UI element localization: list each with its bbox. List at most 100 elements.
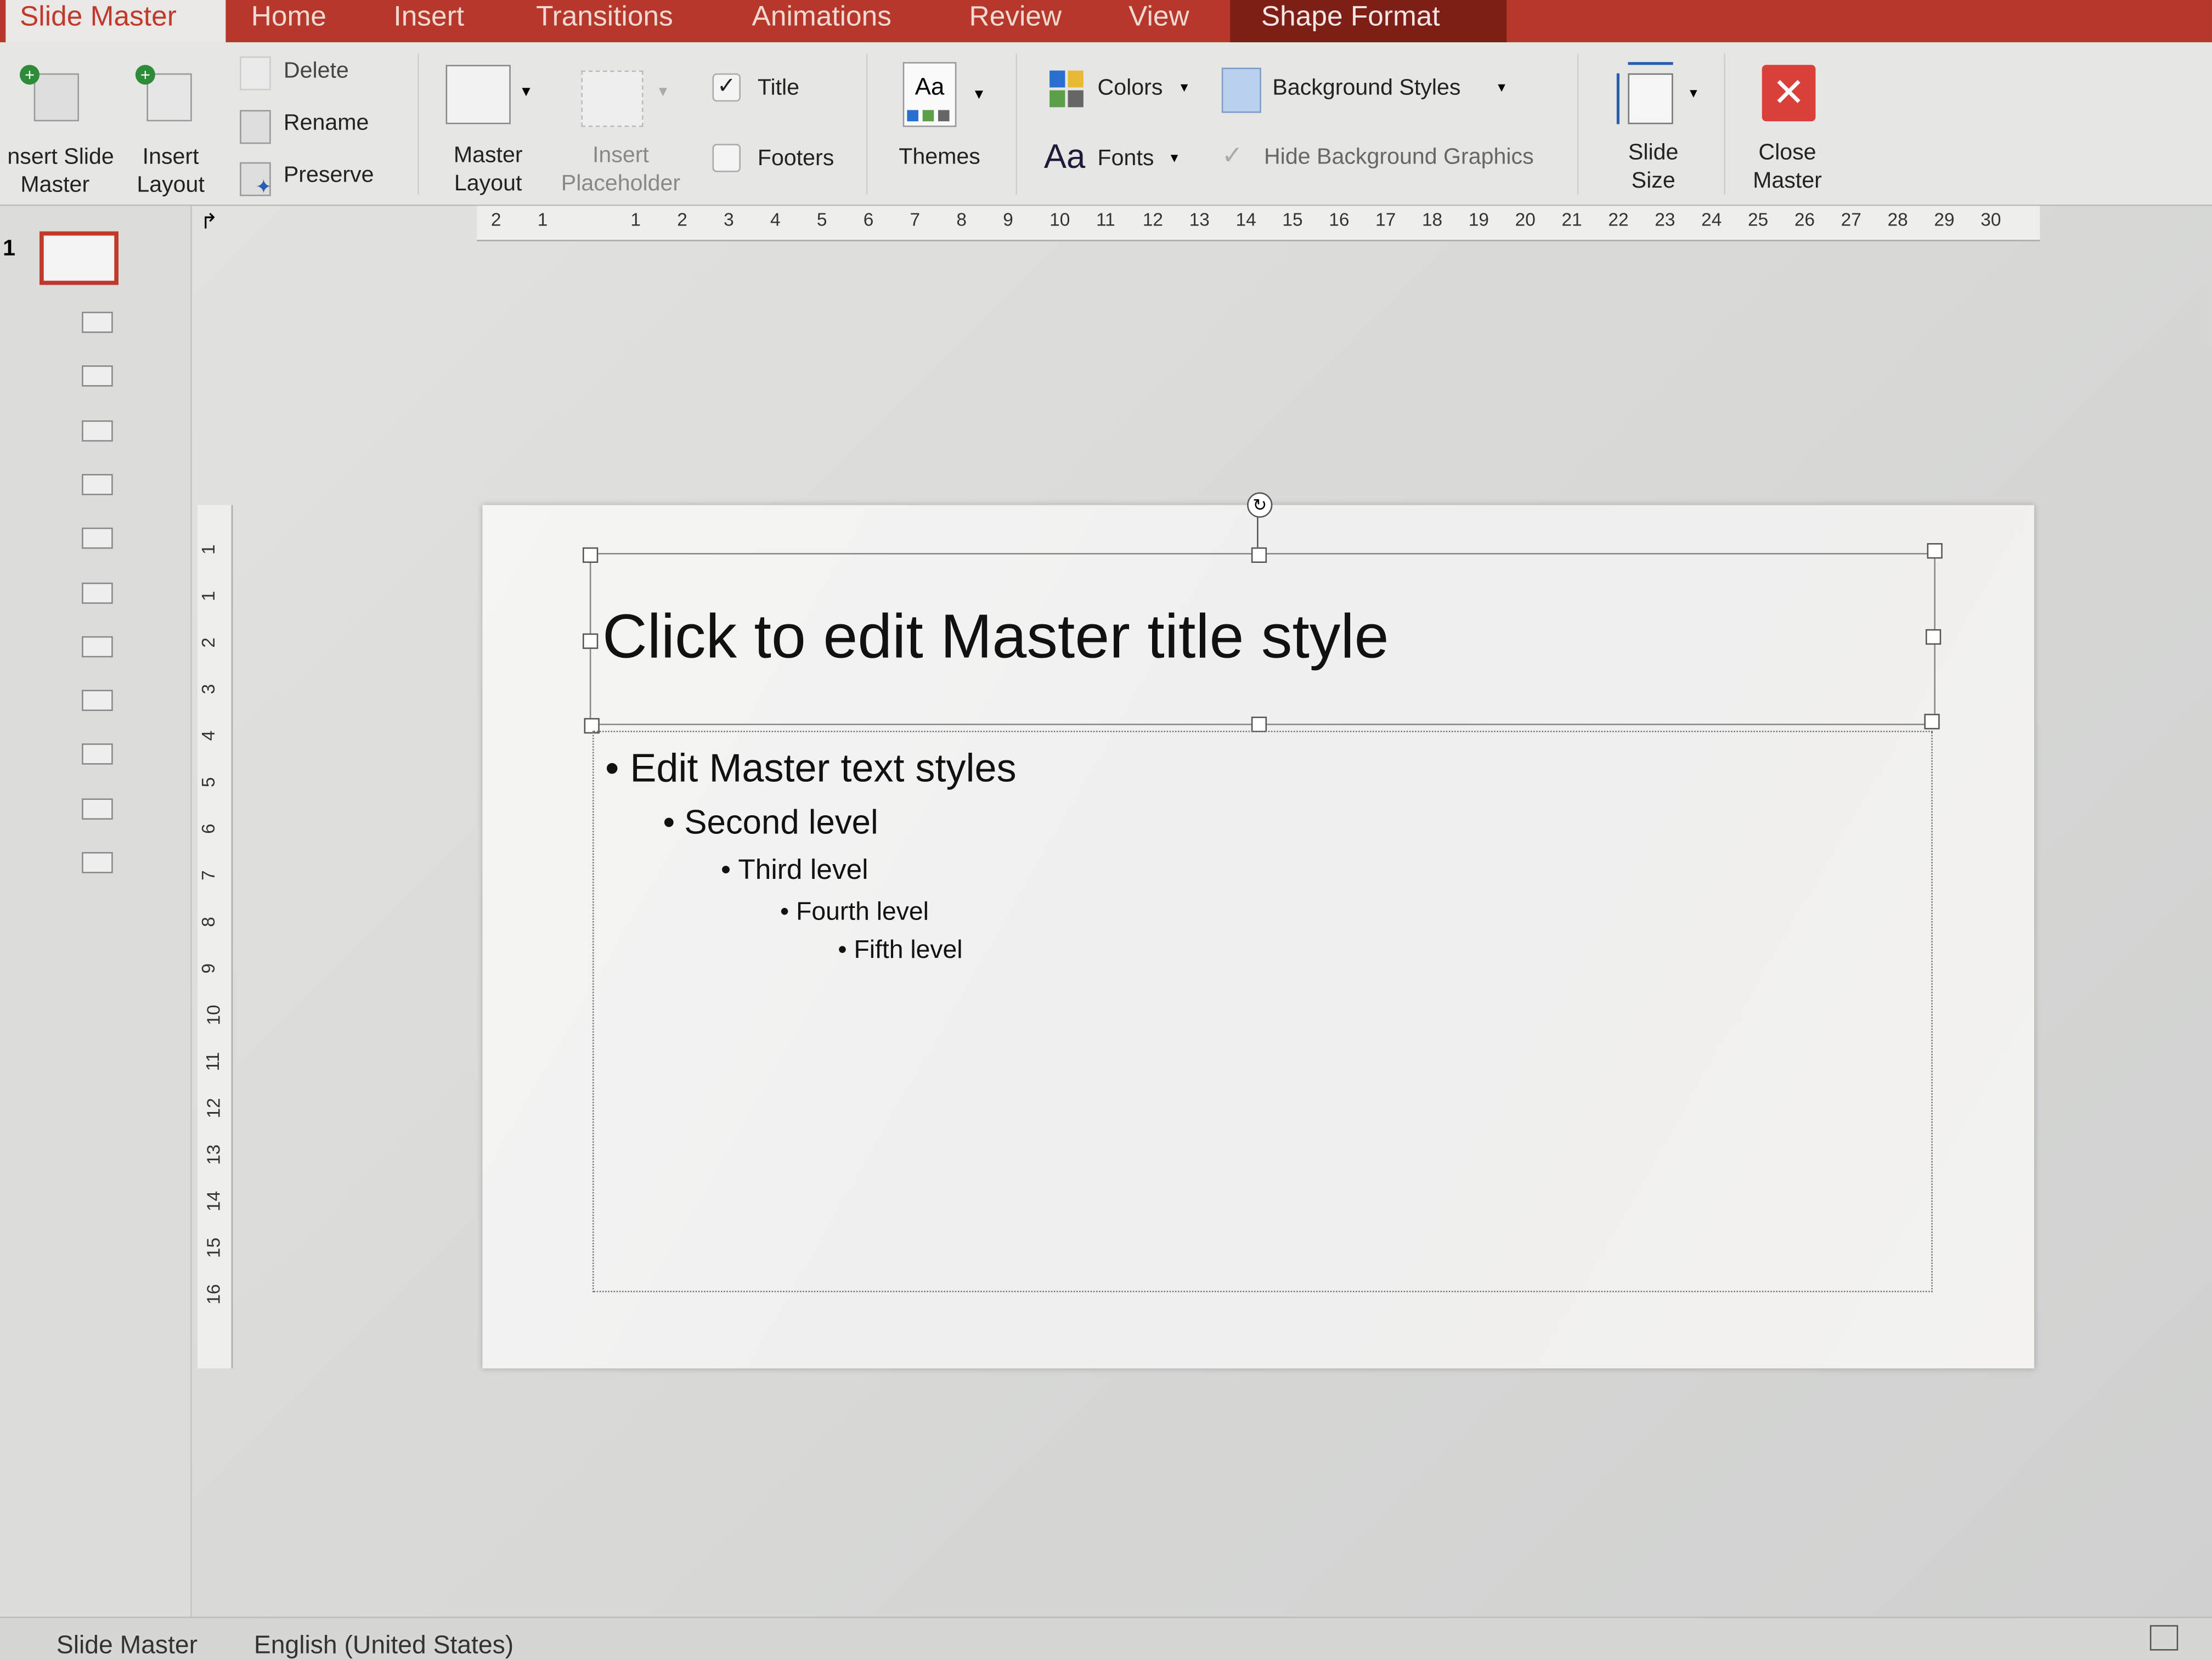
layout-thumbnail[interactable]	[82, 473, 113, 495]
tab-insert[interactable]: Insert	[380, 0, 478, 42]
resize-handle[interactable]	[1927, 543, 1943, 559]
ruler-tick-label: 25	[1747, 208, 1769, 230]
level-3-text: Third level	[738, 855, 868, 886]
ruler-tick-label: 11	[202, 1052, 223, 1071]
title-checkbox-label: Title	[757, 76, 800, 100]
ruler-tick-label: 24	[1701, 208, 1722, 230]
dropdown-arrow-icon: ▼	[1168, 151, 1181, 165]
fonts-label: Fonts	[1097, 146, 1154, 171]
resize-handle[interactable]	[582, 633, 599, 649]
layout-thumbnail[interactable]	[82, 365, 113, 387]
master-slide-number: 1	[3, 236, 16, 261]
ruler-tick-label: 23	[1655, 208, 1675, 230]
tab-review[interactable]: Review	[955, 0, 1076, 42]
bullet-level-3[interactable]: • Third level	[721, 855, 868, 887]
tab-stop-selector-icon[interactable]: ↱	[200, 209, 218, 234]
insert-placeholder-icon	[581, 70, 644, 127]
close-icon: ✕	[1762, 65, 1816, 122]
tab-slide-master[interactable]: Slide Master	[5, 0, 226, 43]
level-5-text: Fifth level	[854, 935, 963, 964]
resize-handle[interactable]	[1925, 629, 1942, 645]
preserve-label: Preserve	[283, 163, 374, 188]
bullet-level-4[interactable]: • Fourth level	[780, 897, 929, 927]
ruler-tick-label: 21	[1561, 208, 1582, 230]
insert-slide-master-icon: +	[19, 65, 84, 122]
ruler-tick-label: 26	[1794, 208, 1815, 230]
delete-label: Delete	[283, 59, 349, 83]
bullet-level-1[interactable]: • Edit Master text styles	[605, 746, 1016, 791]
ruler-tick-label: 20	[1515, 208, 1536, 230]
footers-checkbox-label: Footers	[757, 146, 834, 171]
ribbon-tab-bar: Slide Master Home Insert Transitions Ani…	[0, 0, 2212, 43]
status-language[interactable]: English (United States)	[254, 1631, 514, 1659]
status-bar: Slide Master English (United States)	[0, 1616, 2212, 1659]
layout-thumbnail[interactable]	[82, 528, 113, 549]
ruler-tick-label: 2	[490, 208, 501, 230]
layout-thumbnail[interactable]	[82, 636, 113, 657]
dropdown-arrow-icon: ▼	[519, 84, 533, 100]
ruler-tick-label: 12	[202, 1098, 224, 1119]
title-placeholder[interactable]: Click to edit Master title style	[589, 552, 1936, 725]
bullet-level-5[interactable]: • Fifth level	[838, 935, 962, 965]
layout-thumbnail[interactable]	[82, 582, 113, 603]
layout-thumbnail[interactable]	[82, 798, 113, 820]
tab-shape-format[interactable]: Shape Format	[1230, 0, 1507, 43]
layout-thumbnail[interactable]	[82, 852, 113, 873]
resize-handle[interactable]	[1251, 547, 1267, 563]
ruler-tick-label: 18	[1421, 208, 1443, 230]
layout-thumbnail[interactable]	[82, 420, 113, 441]
insert-slide-master-label-2: Master	[20, 173, 90, 198]
horizontal-ruler[interactable]: 2 1 1 2 3 4 5 6 7 8 9 10 11 12 13 14 15 16 17 18 19 20 21 22 23 2…	[477, 206, 2040, 241]
background-styles-label: Background Styles	[1272, 76, 1461, 100]
ruler-tick-label: 30	[1980, 208, 2001, 230]
ruler-tick-label: 9	[198, 963, 219, 974]
rename-icon	[240, 110, 271, 144]
bullet-level-2[interactable]: • Second level	[663, 804, 878, 844]
master-layout-label-2: Layout	[454, 172, 522, 196]
resize-handle[interactable]	[1924, 714, 1940, 730]
level-1-text: Edit Master text styles	[630, 746, 1017, 790]
layout-thumbnail[interactable]	[82, 312, 113, 333]
insert-layout-label-1: Insert	[142, 145, 199, 170]
hide-background-graphics-label: Hide Background Graphics	[1263, 145, 1534, 170]
close-master-label-1: Close	[1758, 141, 1816, 165]
dropdown-arrow-icon: ▼	[656, 84, 670, 100]
footers-checkbox-box[interactable]	[712, 144, 741, 172]
rename-label: Rename	[283, 111, 369, 136]
ruler-tick-label: 4	[770, 208, 781, 230]
tab-home[interactable]: Home	[237, 0, 341, 42]
checkmark-icon: ✓	[1221, 141, 1243, 170]
ruler-tick-label: 13	[202, 1144, 224, 1165]
insert-slide-master-label-1: nsert Slide	[7, 145, 114, 170]
tab-view[interactable]: View	[1114, 0, 1203, 42]
ruler-tick-label: 7	[910, 208, 921, 230]
ruler-tick-label: 3	[198, 684, 219, 695]
ruler-tick-label: 9	[1003, 208, 1013, 230]
resize-handle[interactable]	[582, 547, 599, 563]
tab-transitions[interactable]: Transitions	[522, 0, 687, 42]
ruler-tick-label: 5	[198, 777, 219, 788]
status-view: Slide Master	[56, 1630, 198, 1659]
ruler-tick-label: 14	[1235, 208, 1256, 230]
insert-placeholder-label-2: Placeholder	[561, 172, 681, 196]
themes-glyph: Aa	[915, 73, 945, 100]
title-checkbox-box[interactable]: ✓	[712, 73, 741, 102]
title-text[interactable]: Click to edit Master title style	[602, 602, 1389, 673]
master-slide-thumbnail[interactable]	[39, 231, 119, 285]
ruler-tick-label: 8	[956, 208, 967, 230]
dropdown-arrow-icon: ▼	[972, 87, 986, 103]
vertical-ruler[interactable]: 1 1 2 3 4 5 6 7 8 9 10 11 12 13 14 15 16	[197, 505, 233, 1369]
slide-thumbnail-pane[interactable]: 1	[0, 206, 192, 1617]
notes-icon[interactable]	[2149, 1625, 2179, 1651]
body-placeholder[interactable]: • Edit Master text styles • Second level…	[592, 730, 1933, 1293]
layout-thumbnail[interactable]	[82, 690, 113, 712]
separator	[417, 53, 419, 195]
dropdown-arrow-icon: ▼	[1178, 80, 1191, 95]
ruler-tick-label: 10	[1049, 208, 1070, 230]
layout-thumbnail[interactable]	[82, 744, 113, 765]
rotate-handle-icon[interactable]: ↻	[1247, 492, 1273, 518]
dropdown-arrow-icon: ▼	[1495, 80, 1508, 95]
ruler-tick-label: 2	[677, 208, 687, 230]
resize-handle[interactable]	[1251, 716, 1267, 732]
tab-animations[interactable]: Animations	[738, 0, 906, 42]
